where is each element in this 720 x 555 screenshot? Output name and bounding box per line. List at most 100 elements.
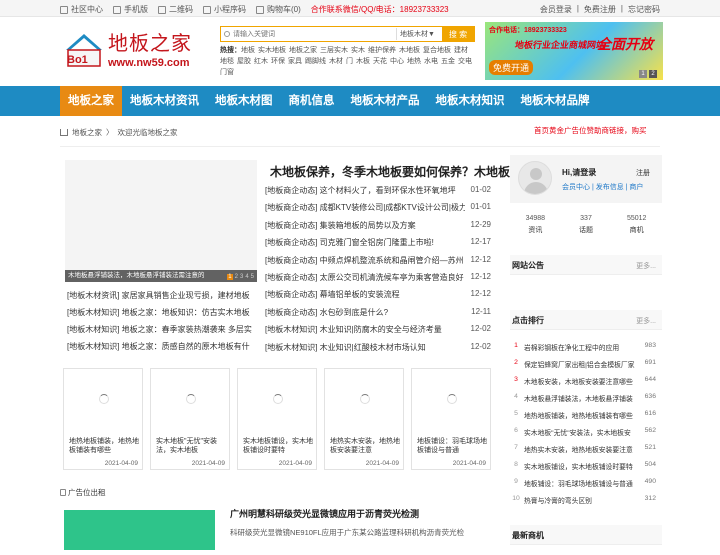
slider-page-4[interactable]: 4 xyxy=(245,274,248,280)
rank-title[interactable]: 保定铝蜂窝厂家出租|铝合金模板厂家 xyxy=(524,359,635,369)
hot-word-link[interactable]: 地毯 xyxy=(220,58,234,65)
news-row[interactable]: [地板商企动态] 这个材料火了，看到环保水性环氧地坪 01-02 xyxy=(265,185,491,197)
banner-page-1[interactable]: 1 xyxy=(639,70,647,78)
hot-word-link[interactable]: 木地板 xyxy=(399,47,420,54)
sidebar-register-link[interactable]: 注册 xyxy=(636,168,650,178)
card-title[interactable]: 地热地板铺装，地热地板铺装有哪些 xyxy=(69,437,139,455)
ad-title[interactable]: 广州明慧科研级荧光显微镜应用于沥青荧光检测 xyxy=(230,507,419,520)
card-image[interactable] xyxy=(152,370,228,432)
hot-word-link[interactable]: 地板 xyxy=(241,47,255,54)
card-title[interactable]: 实木地板"无忧"安装法，实木地板 xyxy=(156,437,226,455)
slider-page-3[interactable]: 3 xyxy=(240,274,243,280)
nav-news[interactable]: 地板木材资讯 xyxy=(122,86,207,116)
search-category-select[interactable]: 地板木材▼ xyxy=(396,28,438,40)
hot-word-link[interactable]: 五金 xyxy=(441,58,455,65)
card-image[interactable] xyxy=(65,370,141,432)
image-slider[interactable]: 木地板悬浮铺装法，木地板悬浮铺装法需注意的 1 2 3 4 5 xyxy=(65,160,257,282)
list-item[interactable]: [地板木材资讯] 家居家具销售企业现亏损，建材地板 xyxy=(67,290,257,302)
news-row[interactable]: [地板木材知识] 木业知识|红酸枝木材市场认知 12-02 xyxy=(265,342,491,354)
news-row[interactable]: [地板商企动态] 幕墙铝单板的安装流程 12-12 xyxy=(265,289,491,301)
cart-link[interactable]: 购物车(0) xyxy=(256,4,301,15)
hot-word-link[interactable]: 天花 xyxy=(373,58,387,65)
hot-word-link[interactable]: 家具 xyxy=(288,58,302,65)
product-card[interactable]: 地板铺设：羽毛球场地板铺设与普通 2021-04-09 xyxy=(411,368,491,470)
rank-item[interactable]: 2 保定铝蜂窝厂家出租|铝合金模板厂家 691 xyxy=(510,359,662,371)
miniapp-link[interactable]: 小程序码 xyxy=(203,4,246,15)
card-title[interactable]: 实木地板铺设，实木地板铺设时要特 xyxy=(243,437,313,455)
stat-topics[interactable]: 337 话题 xyxy=(561,213,612,247)
rank-title[interactable]: 热膏与冷膏的弯头区别 xyxy=(524,495,592,505)
hot-word-link[interactable]: 三层实木 xyxy=(320,47,348,54)
rank-more-link[interactable]: 更多... xyxy=(636,316,656,326)
product-card[interactable]: 实木地板"无忧"安装法，实木地板 2021-04-09 xyxy=(150,368,230,470)
hot-word-link[interactable]: 复合地板 xyxy=(423,47,451,54)
product-card[interactable]: 实木地板铺设，实木地板铺设时要特 2021-04-09 xyxy=(237,368,317,470)
rank-item[interactable]: 9 地板铺设：羽毛球场地板铺设与普通 490 xyxy=(510,478,662,490)
card-image[interactable] xyxy=(239,370,315,432)
mobile-link[interactable]: 手机版 xyxy=(113,4,148,15)
news-title[interactable]: [地板商企动态] 成都KTV装修公司|成都KTV设计公司|极力 xyxy=(265,202,465,213)
ad-placeholder[interactable]: 广告位出租 xyxy=(60,487,106,498)
rank-item[interactable]: 8 实木地板铺设，实木地板铺设时要特 504 xyxy=(510,461,662,473)
breadcrumb-home[interactable]: 地板之家 xyxy=(72,127,102,138)
news-row[interactable]: [地板商企动态] 司克雅门窗全铝房门隆重上市啦! 12-17 xyxy=(265,237,491,249)
rank-title[interactable]: 地板铺设：羽毛球场地板铺设与普通 xyxy=(524,478,633,488)
hot-word-link[interactable]: 门窗 xyxy=(220,69,234,76)
hot-word-link[interactable]: 维护保养 xyxy=(368,47,396,54)
hot-word-link[interactable]: 实木地板 xyxy=(258,47,286,54)
avatar[interactable] xyxy=(518,161,552,195)
product-card[interactable]: 地热地板铺装，地热地板铺装有哪些 2021-04-09 xyxy=(63,368,143,470)
sponsor-notice[interactable]: 首页黄金广告位赞助商链接，购买 xyxy=(534,125,647,136)
news-title[interactable]: [地板商企动态] 水包砂到底是什么? xyxy=(265,307,465,318)
forgot-password-link[interactable]: 忘记密码 xyxy=(628,4,660,15)
news-title[interactable]: [地板商企动态] 太原公交司机清洗候车亭为乘客营造良好 xyxy=(265,272,465,283)
notice-more-link[interactable]: 更多... xyxy=(636,261,656,271)
hot-word-link[interactable]: 木板 xyxy=(356,58,370,65)
rank-item[interactable]: 6 实木地板"无忧"安装法，实木地板安 562 xyxy=(510,427,662,439)
search-input[interactable] xyxy=(233,28,393,40)
rank-item[interactable]: 4 木地板悬浮铺装法，木地板悬浮铺装 636 xyxy=(510,393,662,405)
hot-word-link[interactable]: 水电 xyxy=(424,58,438,65)
site-logo[interactable]: Bo1 地板之家 www.nw59.com xyxy=(60,24,210,74)
rank-item[interactable]: 1 岩棉彩钢板在净化工程中的应用 983 xyxy=(510,342,662,354)
rank-item[interactable]: 5 地热地板铺装，地热地板铺装有哪些 616 xyxy=(510,410,662,422)
nav-products[interactable]: 地板木材产品 xyxy=(343,86,428,116)
rank-title[interactable]: 地热地板铺装，地热地板铺装有哪些 xyxy=(524,410,633,420)
hot-word-link[interactable]: 门 xyxy=(346,58,353,65)
list-item[interactable]: [地板木材知识] 地板之家：质感自然的原木地板有什 xyxy=(67,341,257,353)
news-row[interactable]: [地板木材知识] 木业知识|防腐木的安全与经济考量 12-02 xyxy=(265,324,491,336)
hot-word-link[interactable]: 木材 xyxy=(329,58,343,65)
headline[interactable]: 木地板保养，冬季木地板要如何保养？木地板 xyxy=(270,163,510,180)
rank-title[interactable]: 地热实木安装，地热地板安装要注意 xyxy=(524,444,633,454)
login-greeting[interactable]: Hi,请登录 xyxy=(562,167,596,178)
nav-knowledge[interactable]: 地板木材知识 xyxy=(428,86,513,116)
stat-business[interactable]: 55012 商机 xyxy=(611,213,662,247)
news-row[interactable]: [地板商企动态] 中频点焊机整流系统和晶闸管介绍—苏州 12-12 xyxy=(265,255,491,267)
hot-word-link[interactable]: 环保 xyxy=(271,58,285,65)
list-item[interactable]: [地板木材知识] 地板之家：春季家装热潮袭来 多层实 xyxy=(67,324,257,336)
nav-pictures[interactable]: 地板木材图 xyxy=(207,86,281,116)
news-title[interactable]: [地板商企动态] 司克雅门窗全铝房门隆重上市啦! xyxy=(265,237,465,248)
hot-word-link[interactable]: 地板之家 xyxy=(289,47,317,54)
news-title[interactable]: [地板木材知识] 木业知识|防腐木的安全与经济考量 xyxy=(265,324,465,335)
hot-word-link[interactable]: 红木 xyxy=(254,58,268,65)
nav-brands[interactable]: 地板木材品牌 xyxy=(513,86,598,116)
nav-business[interactable]: 商机信息 xyxy=(281,86,343,116)
card-image[interactable] xyxy=(326,370,402,432)
product-card[interactable]: 地热实木安装，地热地板安装要注意 2021-04-09 xyxy=(324,368,404,470)
news-title[interactable]: [地板商企动态] 幕墙铝单板的安装流程 xyxy=(265,289,465,300)
card-title[interactable]: 地板铺设：羽毛球场地板铺设与普通 xyxy=(417,437,487,455)
search-button[interactable]: 搜 索 xyxy=(442,27,474,41)
community-link[interactable]: 社区中心 xyxy=(60,4,103,15)
news-title[interactable]: [地板木材知识] 木业知识|红酸枝木材市场认知 xyxy=(265,342,465,353)
nav-home[interactable]: 地板之家 xyxy=(60,86,122,116)
top-banner-ad[interactable]: 合作电话：18923733323 地板行业企业商城网站 全面开放 免费开通 1 … xyxy=(485,22,663,80)
news-row[interactable]: [地板商企动态] 太原公交司机清洗候车亭为乘客营造良好 12-12 xyxy=(265,272,491,284)
news-row[interactable]: [地板商企动态] 集装箱地板的局势以及方案 12-29 xyxy=(265,220,491,232)
hot-word-link[interactable]: 屋胶 xyxy=(237,58,251,65)
ad-image[interactable] xyxy=(64,510,215,550)
rank-item[interactable]: 10 热膏与冷膏的弯头区别 312 xyxy=(510,495,662,507)
rank-title[interactable]: 岩棉彩钢板在净化工程中的应用 xyxy=(524,342,619,352)
rank-title[interactable]: 木地板悬浮铺装法，木地板悬浮铺装 xyxy=(524,393,633,403)
banner-page-2[interactable]: 2 xyxy=(649,70,657,78)
